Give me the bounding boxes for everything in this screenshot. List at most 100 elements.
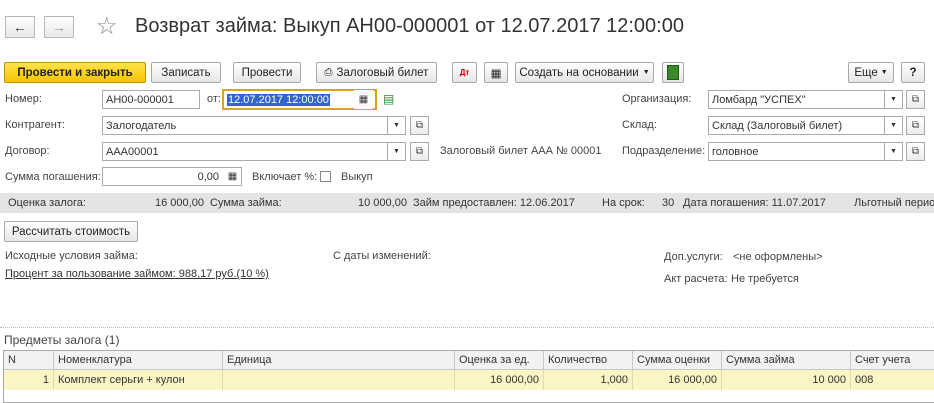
open-icon: ⧉ [415, 120, 424, 131]
division-field[interactable]: головное [708, 142, 885, 161]
division-dropdown-button[interactable]: ▼ [884, 142, 903, 161]
amount-label: Сумма погашения: [5, 171, 101, 183]
number-label: Номер: [5, 93, 42, 105]
post-button[interactable]: Провести [233, 62, 301, 83]
calculator-icon: ▦ [227, 171, 238, 182]
organization-field[interactable]: Ломбард "УСПЕХ" [708, 90, 885, 109]
table-cell-nomenclature[interactable]: Комплект серьги + кулон [54, 370, 223, 390]
table-cell-unit[interactable] [223, 370, 455, 390]
structure-icon: ▦ [490, 67, 502, 80]
term-label: На срок: [602, 197, 645, 209]
number-field[interactable]: АН00-000001 [102, 90, 200, 109]
more-label: Еще [854, 66, 878, 79]
warehouse-dropdown-button[interactable]: ▼ [884, 116, 903, 135]
loan-info-bar: Оценка залога: 16 000,00 Сумма займа: 10… [0, 193, 934, 213]
open-icon: ⧉ [415, 146, 424, 157]
includes-interest-checkbox[interactable] [320, 171, 331, 182]
open-icon: ⧉ [911, 94, 920, 105]
changes-date-label: С даты изменений: [333, 250, 431, 262]
create-based-on-button[interactable]: Создать на основании ▼ [515, 62, 654, 83]
printer-icon: ⎙ [324, 67, 333, 78]
extra-services-label: Доп.услуги: [664, 251, 723, 263]
open-icon: ⧉ [911, 120, 920, 131]
chevron-down-icon: ▼ [393, 148, 400, 155]
table-cell-n[interactable]: 1 [4, 370, 54, 390]
back-button[interactable]: ← [5, 16, 35, 38]
pledge-assessment-label: Оценка залога: [8, 197, 86, 209]
loan-issued-label: Займ предоставлен: 12.06.2017 [413, 197, 575, 209]
organization-dropdown-button[interactable]: ▼ [884, 90, 903, 109]
warehouse-field[interactable]: Склад (Залоговый билет) [708, 116, 885, 135]
contractor-open-button[interactable]: ⧉ [410, 116, 429, 135]
date-value: 12.07.2017 12:00:00 [227, 93, 330, 106]
organization-label: Организация: [622, 93, 692, 105]
table-cell-quantity[interactable]: 1,000 [544, 370, 633, 390]
contractor-label: Контрагент: [5, 119, 65, 131]
dt-kt-button[interactable]: Дт [452, 62, 477, 83]
save-button[interactable]: Записать [151, 62, 221, 83]
pledge-ticket-info: Залоговый билет ААА № 00001 [440, 145, 602, 157]
forward-button[interactable]: → [44, 16, 74, 38]
open-icon: ⧉ [911, 146, 920, 157]
date-from-label: от: [207, 93, 221, 105]
structure-button[interactable]: ▦ [484, 62, 508, 83]
arrow-right-icon: → [52, 19, 66, 35]
table-cell-account[interactable]: 008 [851, 370, 934, 390]
warehouse-open-button[interactable]: ⧉ [906, 116, 925, 135]
chevron-down-icon: ▼ [880, 69, 888, 76]
contractor-field[interactable]: Залогодатель [102, 116, 388, 135]
table-cell-loan-sum[interactable]: 10 000 [722, 370, 851, 390]
calculator-button[interactable]: ▦ [223, 167, 242, 186]
amount-field[interactable]: 0,00 [102, 167, 242, 186]
column-header-unit-assessment[interactable]: Оценка за ед. [455, 351, 544, 370]
more-button[interactable]: Еще ▼ [848, 62, 894, 83]
history-icon[interactable]: ▤ [383, 92, 394, 106]
interest-link[interactable]: Процент за пользование займом: 988,17 ру… [5, 268, 269, 280]
loan-amount-label: Сумма займа: [210, 197, 282, 209]
due-date-label: Дата погашения: 11.07.2017 [683, 197, 826, 209]
help-button[interactable]: ? [901, 62, 925, 83]
table-cell-assessment-sum[interactable]: 16 000,00 [633, 370, 722, 390]
calendar-button[interactable]: ▦ [354, 90, 373, 109]
organization-open-button[interactable]: ⧉ [906, 90, 925, 109]
report-button[interactable] [662, 62, 684, 83]
pledge-ticket-button[interactable]: ⎙ Залоговый билет [316, 62, 437, 83]
column-header-loan-sum[interactable]: Сумма займа [722, 351, 851, 370]
page-title: Возврат займа: Выкуп АН00-000001 от 12.0… [135, 15, 684, 37]
division-open-button[interactable]: ⧉ [906, 142, 925, 161]
favorite-star-icon[interactable]: ☆ [96, 12, 118, 41]
column-header-quantity[interactable]: Количество [544, 351, 633, 370]
chevron-down-icon: ▼ [890, 122, 897, 129]
extra-services-value[interactable]: <не оформлены> [733, 251, 823, 263]
grace-period-label: Льготный перио [854, 197, 934, 209]
contract-dropdown-button[interactable]: ▼ [387, 142, 406, 161]
column-header-unit[interactable]: Единица [223, 351, 455, 370]
post-and-close-button[interactable]: Провести и закрыть [4, 62, 146, 83]
column-header-assessment-sum[interactable]: Сумма оценки [633, 351, 722, 370]
calculate-cost-button[interactable]: Рассчитать стоимость [4, 221, 138, 242]
contract-label: Договор: [5, 145, 50, 157]
chevron-down-icon: ▼ [890, 96, 897, 103]
column-header-nomenclature[interactable]: Номенклатура [54, 351, 223, 370]
calendar-icon: ▦ [358, 94, 369, 105]
contractor-dropdown-button[interactable]: ▼ [387, 116, 406, 135]
column-header-n[interactable]: N [4, 351, 54, 370]
division-label: Подразделение: [622, 145, 706, 157]
settlement-act-label: Акт расчета: [664, 273, 728, 285]
chevron-down-icon: ▼ [393, 122, 400, 129]
arrow-left-icon: ← [13, 19, 27, 35]
create-based-on-label: Создать на основании [519, 66, 639, 79]
pledge-items-table[interactable]: N Номенклатура Единица Оценка за ед. Кол… [3, 350, 934, 403]
warehouse-label: Склад: [622, 119, 657, 131]
settlement-act-value: Не требуется [731, 273, 799, 285]
contract-open-button[interactable]: ⧉ [410, 142, 429, 161]
chevron-down-icon: ▼ [890, 148, 897, 155]
table-cell-unit-assessment[interactable]: 16 000,00 [455, 370, 544, 390]
term-value: 30 [662, 197, 675, 209]
pledge-ticket-label: Залоговый билет [336, 66, 429, 79]
contract-field[interactable]: ААА00001 [102, 142, 388, 161]
dt-kt-icon: Дт [459, 68, 470, 77]
pledge-assessment-value: 16 000,00 [155, 197, 204, 209]
column-header-account[interactable]: Счет учета [851, 351, 934, 370]
redemption-label: Выкуп [341, 171, 373, 183]
